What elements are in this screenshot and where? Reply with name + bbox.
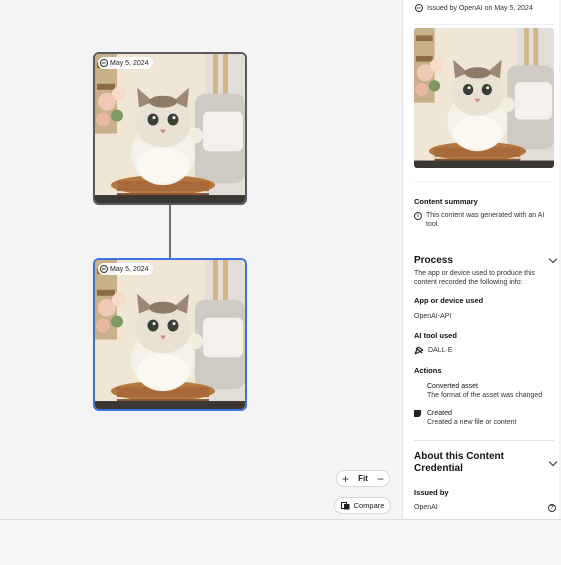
credential-panel: cr Issued by OpenAI on May 5, 2024 Conte… bbox=[402, 0, 559, 519]
zoom-controls: + Fit − bbox=[336, 470, 390, 487]
action-title: Converted asset bbox=[427, 383, 478, 390]
asset-preview bbox=[414, 28, 554, 168]
node-thumbnail bbox=[95, 54, 245, 203]
node-connector bbox=[169, 205, 171, 258]
node-thumbnail bbox=[95, 260, 245, 409]
action-item: Created Created a new file or content bbox=[414, 409, 517, 427]
process-description: The app or device used to produce this c… bbox=[414, 270, 536, 286]
issued-by-label: Issued by bbox=[414, 488, 449, 497]
issued-by-text: Issued by OpenAI on May 5, 2024 bbox=[427, 4, 533, 12]
about-header[interactable]: About this Content Credential bbox=[414, 451, 558, 475]
compare-label: Compare bbox=[353, 501, 385, 510]
node-date: May 5, 2024 bbox=[110, 265, 149, 273]
ai-tool-value: DALL·E bbox=[428, 347, 453, 354]
ai-tool-row: DALL·E bbox=[414, 346, 453, 355]
content-summary-title: Content summary bbox=[414, 197, 478, 206]
action-desc: The format of the asset was changed bbox=[427, 392, 543, 399]
issued-by-line: cr Issued by OpenAI on May 5, 2024 bbox=[415, 4, 533, 12]
divider bbox=[414, 24, 554, 25]
content-credential-icon: cr bbox=[100, 265, 108, 273]
divider bbox=[414, 181, 554, 182]
content-credential-icon: cr bbox=[100, 59, 108, 67]
issued-by-value: OpenAI bbox=[414, 504, 438, 511]
content-credential-icon: cr bbox=[415, 4, 423, 12]
date-badge: cr May 5, 2024 bbox=[98, 263, 153, 275]
ai-tool-label: AI tool used bbox=[414, 331, 457, 340]
chevron-down-icon[interactable] bbox=[548, 457, 558, 466]
content-summary: i This content was generated with an AI … bbox=[414, 211, 556, 229]
provenance-node-parent[interactable]: cr May 5, 2024 bbox=[93, 52, 247, 205]
node-date: May 5, 2024 bbox=[110, 59, 149, 67]
help-icon[interactable]: ? bbox=[548, 503, 556, 512]
actions-label: Actions bbox=[414, 366, 442, 375]
about-title: About this Content Credential bbox=[414, 451, 504, 474]
divider bbox=[414, 440, 554, 441]
created-icon bbox=[414, 410, 421, 417]
action-item: Converted asset The format of the asset … bbox=[427, 382, 542, 400]
asset-preview-image bbox=[414, 28, 554, 168]
action-title: Created bbox=[427, 410, 452, 417]
zoom-fit-button[interactable]: Fit bbox=[358, 474, 368, 483]
chevron-down-icon[interactable] bbox=[548, 254, 558, 264]
compare-button[interactable]: Compare bbox=[334, 497, 391, 514]
zoom-in-button[interactable]: + bbox=[342, 473, 349, 485]
action-desc: Created a new file or content bbox=[427, 419, 517, 426]
app-used-value: OpenAI-API bbox=[414, 313, 452, 320]
footer-bar bbox=[0, 519, 561, 565]
dalle-icon bbox=[414, 346, 424, 355]
app-used-label: App or device used bbox=[414, 296, 484, 305]
process-header[interactable]: Process bbox=[414, 254, 558, 266]
issued-by-row: OpenAI ? bbox=[414, 503, 556, 512]
provenance-canvas[interactable]: cr May 5, 2024 cr May 5, 2024 + Fit − Co… bbox=[0, 0, 402, 519]
app-window: cr May 5, 2024 cr May 5, 2024 + Fit − Co… bbox=[0, 0, 561, 565]
provenance-node-selected[interactable]: cr May 5, 2024 bbox=[93, 258, 247, 411]
info-icon: i bbox=[414, 212, 422, 220]
zoom-out-button[interactable]: − bbox=[377, 473, 384, 485]
compare-icon bbox=[340, 501, 350, 509]
date-badge: cr May 5, 2024 bbox=[98, 57, 153, 69]
content-summary-text: This content was generated with an AI to… bbox=[426, 212, 545, 228]
process-title: Process bbox=[414, 255, 453, 266]
